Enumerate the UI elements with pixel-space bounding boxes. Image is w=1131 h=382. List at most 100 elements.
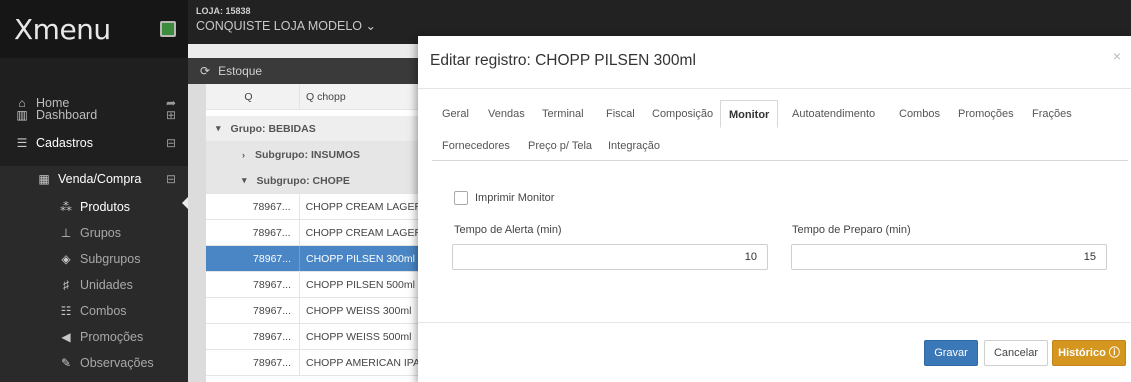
cell-name: CHOPP PILSEN 500ml bbox=[306, 278, 415, 291]
print-monitor-checkbox[interactable] bbox=[454, 191, 468, 205]
save-button[interactable]: Gravar bbox=[924, 340, 978, 366]
sidebar-item-grupos[interactable]: ⊥ Grupos bbox=[0, 220, 188, 246]
sidebar-item-subgrupos[interactable]: ◈ Subgrupos bbox=[0, 246, 188, 272]
collapse-icon: ⊟ bbox=[165, 136, 176, 150]
alert-time-label: Tempo de Alerta (min) bbox=[454, 224, 562, 236]
sidebar-item-venda-compra[interactable]: ▦ Venda/Compra ⊟ bbox=[0, 166, 188, 192]
tab-promocoes[interactable]: Promoções bbox=[950, 100, 1022, 128]
sitemap-icon: ⊥ bbox=[60, 226, 72, 240]
grid-gutter bbox=[188, 84, 206, 382]
tab-integracao[interactable]: Integração bbox=[600, 132, 668, 160]
cell-code: 78967... bbox=[206, 246, 300, 271]
prep-time-label: Tempo de Preparo (min) bbox=[792, 224, 911, 236]
product-grid: Q Q chopp ▾ Grupo: BEBIDAS › Subgrupo: I… bbox=[206, 84, 436, 382]
bar-chart-icon: ▥ bbox=[16, 108, 28, 122]
expand-arrow-icon: › bbox=[242, 149, 245, 160]
tab-preco-tela[interactable]: Preço p/ Tela bbox=[520, 132, 600, 160]
cell-name: CHOPP CREAM LAGER 30 bbox=[305, 200, 436, 213]
group-label: Grupo: BEBIDAS bbox=[230, 122, 316, 135]
tab-vendas[interactable]: Vendas bbox=[480, 100, 533, 128]
tabs-underline bbox=[432, 160, 1128, 161]
panel-header: ⟳ Estoque bbox=[188, 58, 448, 84]
paperclip-icon: ✎ bbox=[60, 356, 72, 370]
history-button[interactable]: Histórico ⓘ bbox=[1052, 340, 1126, 366]
bullhorn-icon: ◀ bbox=[61, 330, 71, 344]
close-icon[interactable]: × bbox=[1113, 48, 1121, 64]
sidebar-item-dashboard[interactable]: ▥ Dashboard ⊞ bbox=[0, 102, 188, 128]
sidebar-item-label: Promoções bbox=[80, 330, 144, 344]
sidebar-item-label: Subgrupos bbox=[80, 252, 141, 266]
table-row[interactable]: 78967... CHOPP CREAM LAGER 30 bbox=[206, 194, 436, 220]
expand-icon: ⊞ bbox=[165, 108, 176, 122]
sidebar-item-label: Combos bbox=[80, 304, 127, 318]
code-filter-input[interactable]: Q bbox=[206, 84, 300, 109]
sidebar-item-label: Venda/Compra bbox=[58, 172, 142, 186]
footer-divider bbox=[418, 322, 1131, 323]
refresh-icon[interactable]: ⟳ bbox=[200, 64, 210, 78]
store-code: LOJA: 15838 bbox=[196, 6, 251, 16]
store-badge-icon[interactable] bbox=[160, 21, 176, 37]
alert-time-input[interactable]: 10 bbox=[452, 244, 768, 270]
tab-monitor[interactable]: Monitor bbox=[720, 100, 779, 128]
cell-name: CHOPP AMERICAN IPA 30 bbox=[306, 356, 434, 369]
cell-name: CHOPP PILSEN 300ml bbox=[306, 252, 415, 265]
tab-fracoes[interactable]: Frações bbox=[1024, 100, 1080, 128]
modal-title: Editar registro: CHOPP PILSEN 300ml bbox=[430, 52, 696, 69]
tab-composicao[interactable]: Composição bbox=[644, 100, 721, 128]
cell-code: 78967... bbox=[206, 220, 300, 245]
sidebar-item-unidades[interactable]: ♯ Unidades bbox=[0, 272, 188, 298]
barcode-icon: ▦ bbox=[38, 172, 50, 186]
sidebar-item-label: Dashboard bbox=[36, 108, 98, 122]
tab-geral[interactable]: Geral bbox=[434, 100, 477, 128]
subgroup-label: Subgrupo: CHOPE bbox=[256, 174, 350, 187]
logo-bar: Xmenu bbox=[0, 0, 188, 58]
print-monitor-label: Imprimir Monitor bbox=[475, 192, 555, 204]
cancel-button[interactable]: Cancelar bbox=[984, 340, 1048, 366]
sidebar-item-produtos[interactable]: ⁂ Produtos bbox=[0, 194, 188, 220]
cell-name: CHOPP CREAM LAGER 50 bbox=[305, 226, 436, 239]
sidebar-item-label: Produtos bbox=[80, 200, 131, 214]
collapse-arrow-icon: ▾ bbox=[216, 123, 221, 133]
collapse-arrow-icon: ▾ bbox=[242, 175, 247, 185]
stack-icon: ☷ bbox=[60, 304, 72, 318]
subgroup-row[interactable]: › Subgrupo: INSUMOS bbox=[206, 142, 436, 168]
sidebar-item-cadastros[interactable]: ☰ Cadastros ⊟ bbox=[0, 130, 188, 156]
tab-fornecedores[interactable]: Fornecedores bbox=[434, 132, 518, 160]
sidebar-item-promocoes[interactable]: ◀ Promoções bbox=[0, 324, 188, 350]
table-row[interactable]: 78967... CHOPP CREAM LAGER 50 bbox=[206, 220, 436, 246]
sidebar-item-label: Cadastros bbox=[36, 136, 93, 150]
cell-code: 78967... bbox=[206, 272, 300, 297]
divider bbox=[418, 88, 1131, 89]
panel-title: Estoque bbox=[218, 64, 263, 78]
app-logo: Xmenu bbox=[14, 12, 111, 46]
cell-name: CHOPP WEISS 300ml bbox=[306, 304, 412, 317]
table-row[interactable]: 78967... CHOPP AMERICAN IPA 30 bbox=[206, 350, 436, 376]
cell-code: 78967... bbox=[206, 324, 300, 349]
cubes-icon: ⁂ bbox=[60, 200, 72, 214]
edit-modal: Editar registro: CHOPP PILSEN 300ml × Ge… bbox=[418, 36, 1131, 382]
cell-code: 78967... bbox=[206, 194, 300, 219]
subgroup-row[interactable]: ▾ Subgrupo: CHOPE bbox=[206, 168, 436, 194]
subgroup-label: Subgrupo: INSUMOS bbox=[255, 148, 360, 161]
cell-code: 78967... bbox=[206, 298, 300, 323]
tab-autoatendimento[interactable]: Autoatendimento bbox=[784, 100, 883, 128]
name-filter-input[interactable]: Q chopp bbox=[300, 91, 346, 103]
store-selector[interactable]: CONQUISTE LOJA MODELO ⌄ bbox=[196, 18, 1123, 33]
table-row[interactable]: 78967... CHOPP WEISS 500ml bbox=[206, 324, 436, 350]
sidebar-item-label: Unidades bbox=[80, 278, 133, 292]
prep-time-input[interactable]: 15 bbox=[791, 244, 1107, 270]
tab-terminal[interactable]: Terminal bbox=[534, 100, 592, 128]
sidebar-item-observacoes[interactable]: ✎ Observações bbox=[0, 350, 188, 376]
tab-combos[interactable]: Combos bbox=[891, 100, 948, 128]
group-row[interactable]: ▾ Grupo: BEBIDAS bbox=[206, 116, 436, 142]
cell-code: 78967... bbox=[206, 350, 300, 375]
cell-name: CHOPP WEISS 500ml bbox=[306, 330, 412, 343]
grid-filter-row: Q Q chopp bbox=[206, 84, 436, 110]
sidebar-item-combos[interactable]: ☷ Combos bbox=[0, 298, 188, 324]
tab-fiscal[interactable]: Fiscal bbox=[598, 100, 643, 128]
table-row[interactable]: 78967... CHOPP WEISS 300ml bbox=[206, 298, 436, 324]
tag-icon: ◈ bbox=[61, 252, 71, 266]
table-row-selected[interactable]: 78967... CHOPP PILSEN 300ml bbox=[206, 246, 436, 272]
collapse-icon: ⊟ bbox=[165, 172, 176, 186]
table-row[interactable]: 78967... CHOPP PILSEN 500ml bbox=[206, 272, 436, 298]
